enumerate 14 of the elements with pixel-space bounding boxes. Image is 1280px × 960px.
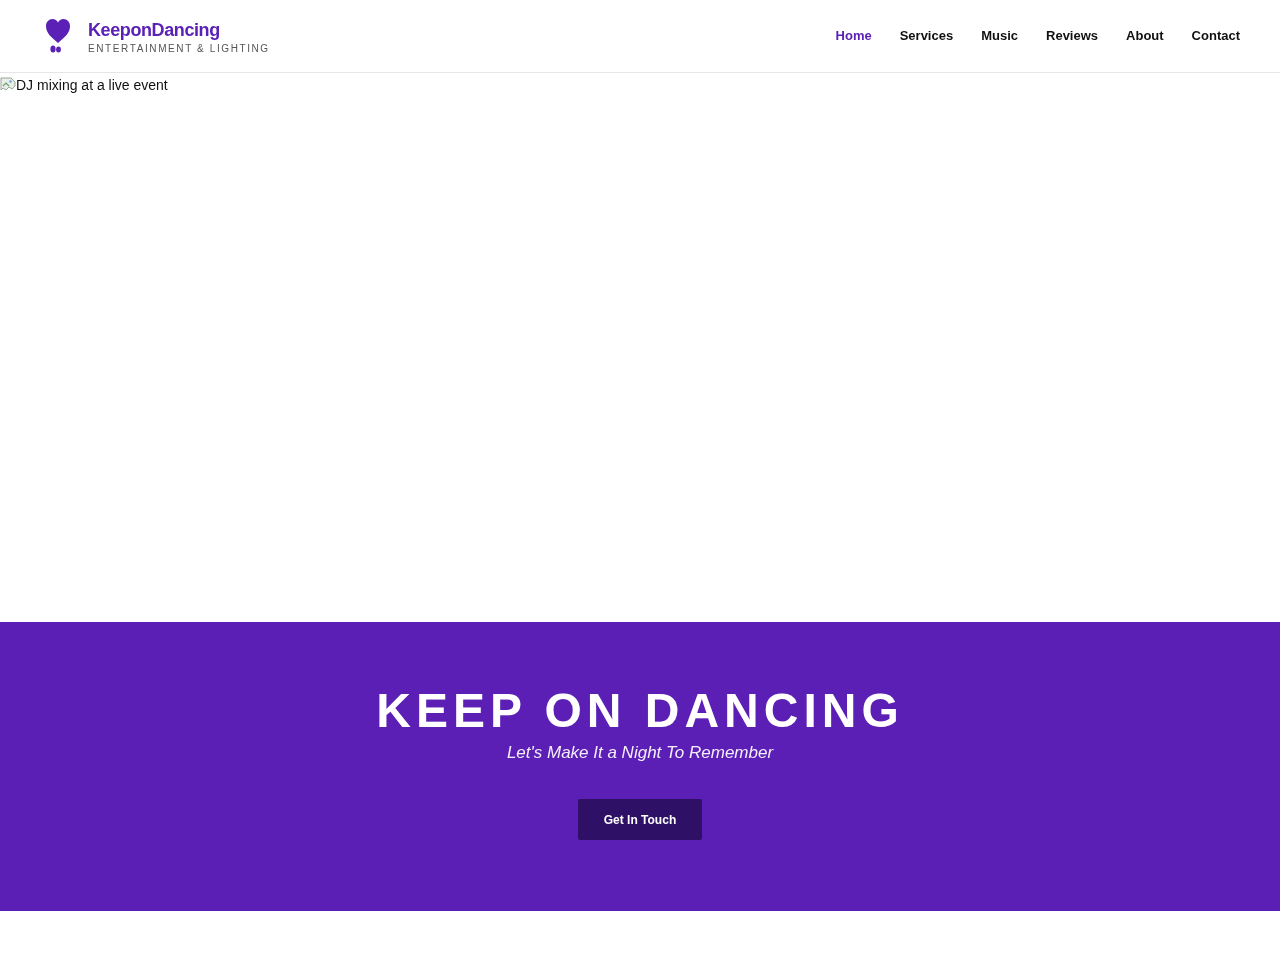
nav-link[interactable]: About bbox=[1126, 28, 1164, 44]
broken-image-icon bbox=[0, 77, 16, 93]
nav-link[interactable]: Home bbox=[835, 28, 872, 44]
brand-name[interactable]: KeeponDancing bbox=[88, 19, 270, 40]
nav-link[interactable]: Services bbox=[899, 28, 954, 44]
nav-link[interactable]: Contact bbox=[1191, 28, 1240, 44]
banner-title: KEEP ON DANCING bbox=[376, 684, 904, 738]
heart-logo-icon bbox=[46, 19, 70, 53]
image-alt-text: DJ mixing at a live event bbox=[16, 76, 168, 94]
get-in-touch-button[interactable]: Get In Touch bbox=[578, 799, 702, 840]
banner-subtitle: Let's Make It a Night To Remember bbox=[506, 742, 774, 764]
brand-tagline: ENTERTAINMENT & LIGHTING bbox=[88, 42, 270, 55]
nav-link[interactable]: Music bbox=[981, 28, 1018, 44]
nav-link[interactable]: Reviews bbox=[1046, 28, 1099, 44]
